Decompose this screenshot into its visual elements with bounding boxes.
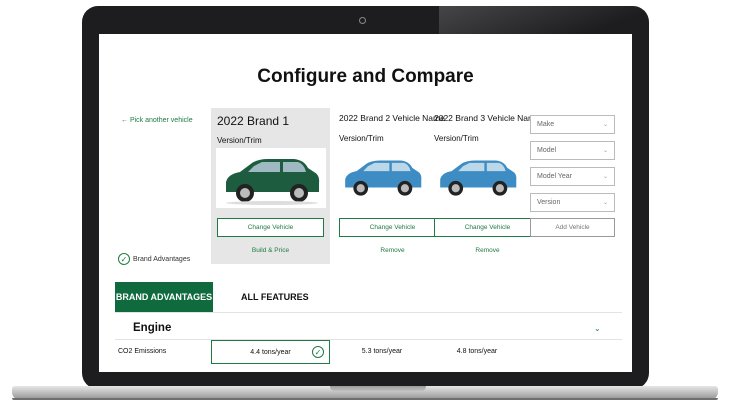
- camera-icon: [359, 17, 366, 24]
- screen: Configure and Compare ← Pick another veh…: [99, 34, 632, 372]
- vehicle-3-change-button[interactable]: Change Vehicle: [434, 218, 541, 237]
- vehicle-1-change-button[interactable]: Change Vehicle: [217, 218, 324, 237]
- tab-brand-advantages[interactable]: BRAND ADVANTAGES: [115, 282, 213, 312]
- vehicle-3-title: 2022 Brand 3 Vehicle Name: [434, 113, 540, 123]
- car-shadow-icon: [226, 201, 318, 205]
- vehicle-1-trim: Version/Trim: [217, 136, 262, 145]
- vehicle-3-image: [432, 150, 542, 210]
- rim-icon: [240, 188, 250, 198]
- vehicle-1-image: [216, 148, 326, 208]
- chevron-down-icon: ⌄: [602, 122, 608, 128]
- laptop-base: [12, 386, 718, 400]
- vehicle-2-change-button[interactable]: Change Vehicle: [339, 218, 446, 237]
- laptop-edge: [12, 398, 718, 400]
- rim-icon: [356, 184, 365, 193]
- laptop-notch: [330, 386, 426, 392]
- cell-value: 5.3 tons/year: [361, 348, 403, 355]
- rim-icon: [294, 188, 304, 198]
- version-select[interactable]: Version ⌄: [530, 193, 615, 212]
- model-year-select[interactable]: Model Year ⌄: [530, 167, 615, 186]
- pick-another-vehicle-link[interactable]: ← Pick another vehicle: [121, 117, 193, 124]
- vehicle-2-image: [337, 150, 447, 210]
- add-vehicle-button[interactable]: Add Vehicle: [530, 218, 615, 237]
- vehicle-2-title: 2022 Brand 2 Vehicle Name: [339, 113, 445, 123]
- chevron-down-icon: ⌄: [602, 200, 608, 206]
- divider: [115, 312, 622, 313]
- chevron-down-icon[interactable]: ⌄: [594, 324, 601, 333]
- tab-all-features[interactable]: ALL FEATURES: [241, 282, 309, 312]
- brand-advantages-legend: ✓ Brand Advantages: [118, 253, 190, 265]
- vehicle-2-remove-link[interactable]: Remove: [339, 247, 446, 254]
- vehicle-2-trim: Version/Trim: [339, 134, 384, 143]
- model-select[interactable]: Model ⌄: [530, 141, 615, 160]
- check-circle-icon: ✓: [312, 346, 324, 358]
- brand-advantages-legend-label: Brand Advantages: [133, 255, 191, 263]
- make-select[interactable]: Make ⌄: [530, 115, 615, 134]
- cell-value: 4.4 tons/year: [250, 348, 291, 356]
- make-select-value: Make: [537, 121, 555, 128]
- version-select-value: Version: [537, 199, 561, 206]
- section-title: Engine: [133, 322, 172, 334]
- rim-icon: [400, 184, 409, 193]
- page-title: Configure and Compare: [257, 66, 474, 87]
- cell-value: 4.8 tons/year: [456, 348, 498, 355]
- model-select-value: Model: [537, 147, 557, 154]
- row-label: CO2 Emissions: [118, 348, 167, 355]
- vehicle-1-build-price-link[interactable]: Build & Price: [217, 247, 324, 254]
- chevron-down-icon: ⌄: [602, 174, 608, 180]
- check-circle-icon: ✓: [118, 253, 130, 265]
- vehicle-3-trim: Version/Trim: [434, 134, 479, 143]
- rim-icon: [451, 184, 460, 193]
- vehicle-1-title: 2022 Brand 1: [217, 114, 290, 128]
- rim-icon: [495, 184, 504, 193]
- vehicle-3-remove-link[interactable]: Remove: [434, 247, 541, 254]
- highlighted-cell: 4.4 tons/year ✓: [211, 340, 330, 364]
- chevron-down-icon: ⌄: [602, 148, 608, 154]
- model-year-select-value: Model Year: [537, 173, 573, 180]
- divider: [115, 339, 622, 340]
